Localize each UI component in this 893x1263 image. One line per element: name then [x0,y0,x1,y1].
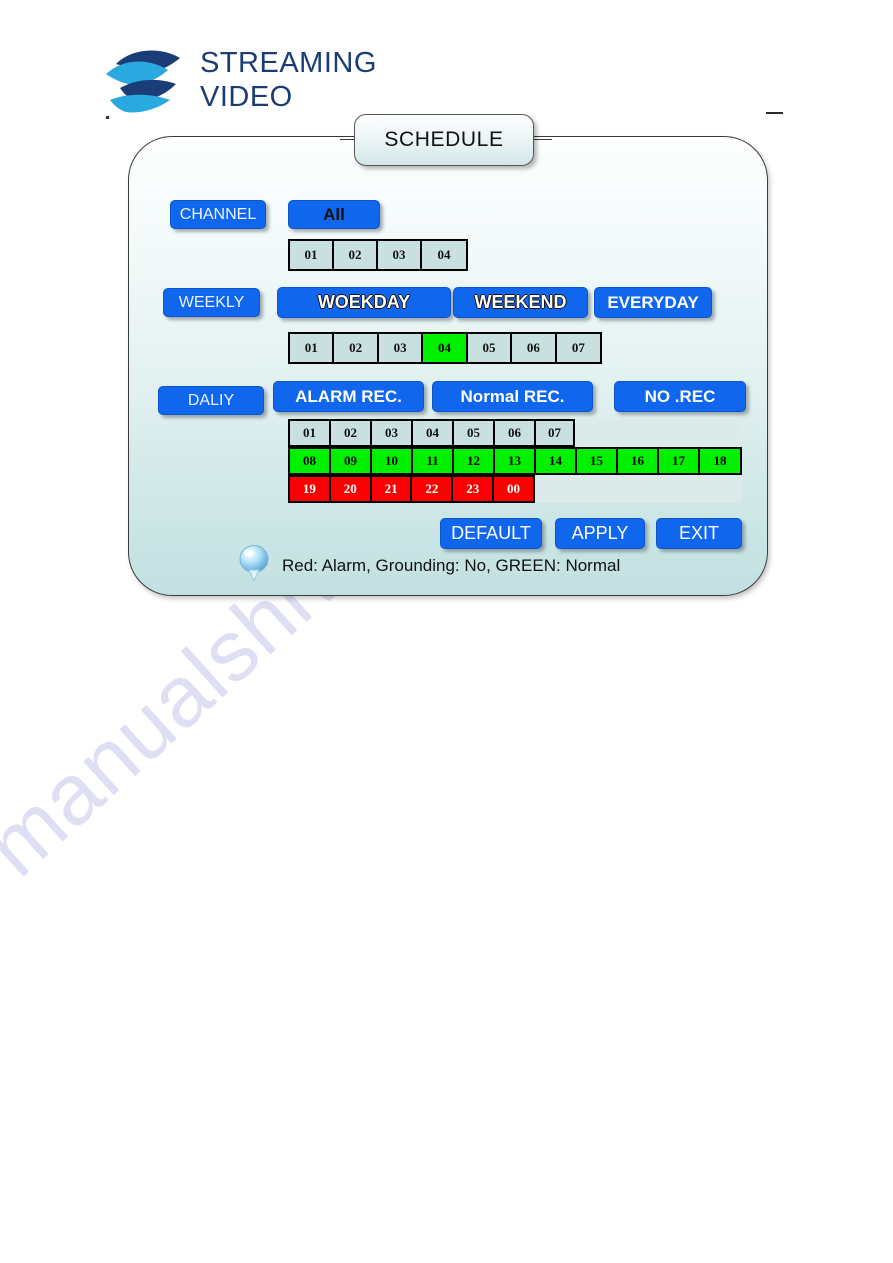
hour-cell[interactable]: 07 [536,421,573,445]
everyday-text: EVERYDAY [607,292,699,312]
weekend-text: WEEKEND [474,292,567,312]
hour-cell[interactable]: 12 [454,449,495,473]
hour-cell[interactable]: 13 [495,449,536,473]
channel-all-button[interactable]: All [288,200,380,229]
exit-text: EXIT [678,523,719,543]
normal-rec-button[interactable]: Normal REC. [432,381,593,412]
weekday-cell[interactable]: 01 [290,334,335,362]
hour-row-1[interactable]: 01 02 03 04 05 06 07 [288,419,575,447]
channel-grid[interactable]: 01 02 03 04 [288,239,468,271]
hour-cell[interactable]: 06 [495,421,536,445]
weekday-cell-selected[interactable]: 04 [423,334,468,362]
hour-cell[interactable]: 03 [372,421,413,445]
logo-line-1: STREAMING [200,47,377,79]
weekly-label-button[interactable]: WEEKLY [163,288,260,317]
daily-label-text: DALIY [187,391,235,409]
wave-logo-icon [106,50,180,113]
channel-cell[interactable]: 01 [290,241,335,269]
normal-rec-text: Normal REC. [460,386,565,406]
hour-cell[interactable]: 01 [290,421,331,445]
exit-button[interactable]: EXIT [656,518,742,549]
bulb-icon [239,545,269,583]
channel-label-text: CHANNEL [179,205,257,223]
no-rec-button[interactable]: NO .REC [614,381,746,412]
hour-cell[interactable]: 22 [412,477,454,501]
hour-cell[interactable]: 05 [454,421,495,445]
stray-dash [766,112,783,114]
weekday-cell[interactable]: 03 [378,334,424,362]
hour-cell[interactable]: 23 [453,477,495,501]
hour-cell[interactable]: 00 [494,477,533,501]
weekday-button[interactable]: WOEKDAY [277,287,451,318]
hour-cell[interactable]: 17 [659,449,700,473]
hour-cell[interactable]: 04 [413,421,454,445]
hour-cell[interactable]: 15 [577,449,618,473]
hour-cell[interactable]: 18 [700,449,740,473]
channel-all-text: All [323,204,345,224]
logo-wordmark: STREAMING VIDEO [200,46,377,114]
hour-row-2[interactable]: 08 09 10 11 12 13 14 15 16 17 18 [288,447,742,475]
channel-label-button[interactable]: CHANNEL [170,200,266,229]
weekend-button[interactable]: WEEKEND [453,287,588,318]
alarm-rec-button[interactable]: ALARM REC. [273,381,424,412]
default-button[interactable]: DEFAULT [440,518,542,549]
hour-cell[interactable]: 20 [330,477,372,501]
weekday-text: WOEKDAY [317,292,411,312]
panel-title-tab: SCHEDULE [354,114,534,166]
hour-cell[interactable]: 08 [290,449,331,473]
weekly-label-text: WEEKLY [178,293,245,311]
hour-cell[interactable]: 19 [290,477,331,501]
hour-cell[interactable]: 10 [372,449,413,473]
stray-dot [106,116,109,119]
hour-cell[interactable]: 21 [371,477,413,501]
hour-cell[interactable]: 14 [536,449,577,473]
apply-button[interactable]: APPLY [555,518,645,549]
apply-text: APPLY [571,523,629,543]
default-text: DEFAULT [451,523,531,543]
weekday-cell[interactable]: 07 [556,334,601,362]
no-rec-text: NO .REC [644,386,716,406]
daily-label-button[interactable]: DALIY [158,386,264,415]
hour-cell[interactable]: 09 [331,449,372,473]
hour-cell[interactable]: 16 [618,449,659,473]
weekday-cell[interactable]: 06 [512,334,557,362]
everyday-button[interactable]: EVERYDAY [594,287,712,318]
weekday-cell[interactable]: 05 [467,334,513,362]
channel-cell[interactable]: 03 [378,241,423,269]
page-title: SCHEDULE [384,128,504,151]
channel-cell[interactable]: 04 [422,241,467,269]
alarm-rec-text: ALARM REC. [295,386,402,406]
legend-note: Red: Alarm, Grounding: No, GREEN: Normal [282,556,621,575]
brand-logo: STREAMING VIDEO [104,44,376,122]
hour-cell[interactable]: 11 [413,449,454,473]
logo-line-2: VIDEO [200,81,293,113]
hour-cell[interactable]: 02 [331,421,372,445]
weekday-cell[interactable]: 02 [334,334,379,362]
weekday-grid[interactable]: 01 02 03 04 05 06 07 [288,332,602,364]
channel-cell[interactable]: 02 [334,241,379,269]
hour-row-3[interactable]: 19 20 21 22 23 00 [288,475,535,503]
